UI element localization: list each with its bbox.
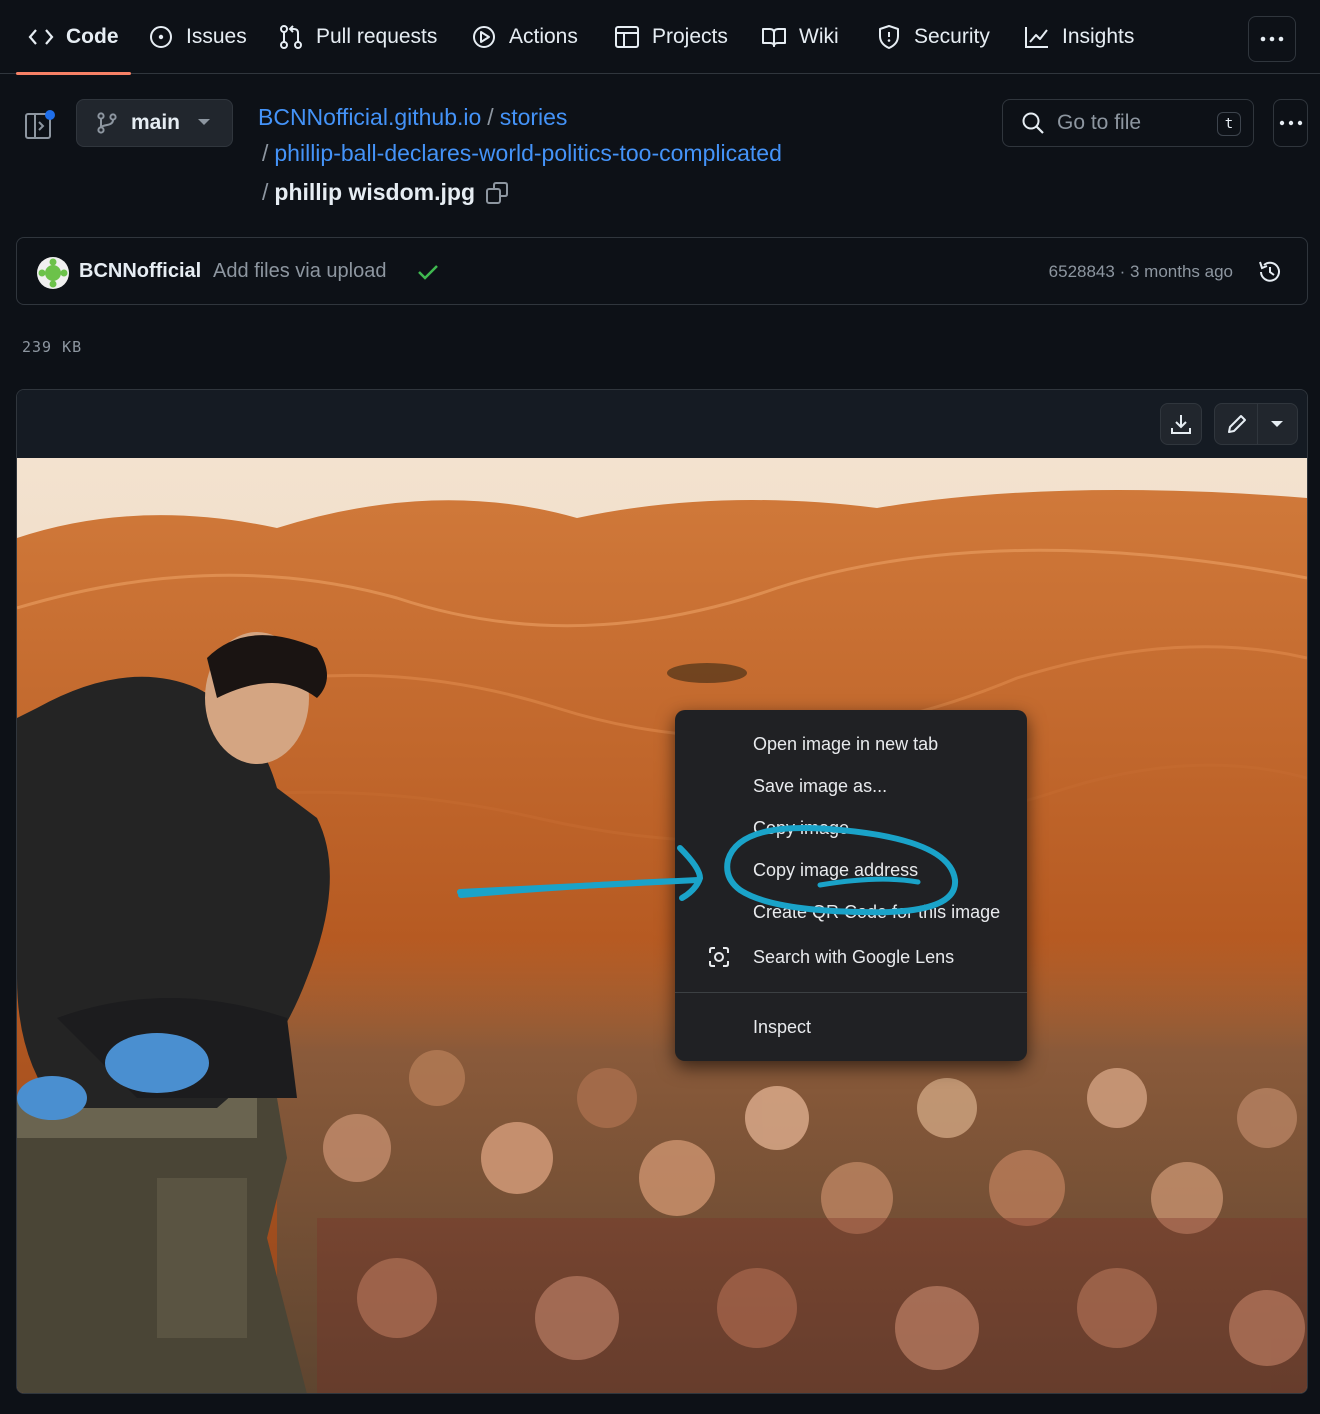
- file-more-options-button[interactable]: [1273, 99, 1308, 147]
- tab-projects[interactable]: Projects: [614, 0, 728, 74]
- tab-security[interactable]: Security: [876, 0, 990, 74]
- tab-pull-requests[interactable]: Pull requests: [278, 0, 437, 74]
- breadcrumb-line-3: / phillip wisdom.jpg: [262, 179, 509, 206]
- shield-icon: [876, 24, 902, 50]
- annotation-overlay: [458, 825, 959, 909]
- tab-actions[interactable]: Actions: [471, 0, 578, 74]
- tab-label: Code: [66, 25, 119, 48]
- breadcrumb-line-2: / phillip-ball-declares-world-politics-to…: [262, 140, 782, 167]
- breadcrumb-separator: /: [262, 140, 269, 166]
- file-name: phillip wisdom.jpg: [274, 179, 475, 205]
- menu-item-copy-image-address[interactable]: Copy image address: [753, 860, 918, 881]
- menu-item-copy-image[interactable]: Copy image: [753, 818, 849, 839]
- menu-item-create-qr-code[interactable]: Create QR Code for this image: [753, 902, 1000, 923]
- history-icon[interactable]: [1257, 259, 1283, 285]
- breadcrumb-folder-link[interactable]: stories: [500, 104, 568, 130]
- book-icon: [761, 24, 787, 50]
- branch-selector[interactable]: main: [76, 99, 233, 147]
- git-branch-icon: [95, 111, 119, 135]
- copy-path-icon[interactable]: [485, 181, 509, 205]
- menu-item-open-image-new-tab[interactable]: Open image in new tab: [753, 734, 938, 755]
- menu-item-inspect[interactable]: Inspect: [753, 1017, 811, 1038]
- commit-time: 3 months ago: [1129, 262, 1233, 281]
- breadcrumb-subfolder-link[interactable]: phillip-ball-declares-world-politics-too…: [274, 140, 781, 166]
- menu-item-search-google-lens[interactable]: Search with Google Lens: [753, 947, 954, 968]
- tab-insights[interactable]: Insights: [1024, 0, 1134, 74]
- kebab-icon: [1259, 35, 1285, 43]
- commit-author[interactable]: BCNNofficial: [79, 260, 201, 283]
- keyboard-shortcut-badge: t: [1217, 112, 1241, 136]
- more-options-button[interactable]: [1248, 16, 1296, 62]
- code-icon: [28, 24, 54, 50]
- tab-label: Security: [914, 25, 990, 48]
- kebab-icon: [1279, 120, 1303, 126]
- sidebar-expand-icon: [24, 108, 58, 142]
- tab-code[interactable]: Code: [16, 0, 130, 75]
- check-icon: [417, 262, 439, 282]
- tab-label: Projects: [652, 25, 728, 48]
- go-to-file-input[interactable]: Go to file t: [1002, 99, 1254, 147]
- play-icon: [471, 24, 497, 50]
- breadcrumb-separator: /: [487, 104, 494, 130]
- breadcrumb-repo-link[interactable]: BCNNofficial.github.io: [258, 104, 481, 130]
- tab-wiki[interactable]: Wiki: [761, 0, 839, 74]
- meta-dot: ·: [1119, 262, 1126, 281]
- lens-icon: [708, 946, 730, 968]
- commit-message[interactable]: Add files via upload: [213, 260, 386, 283]
- file-viewer: [16, 389, 1308, 1394]
- branch-name: main: [131, 111, 181, 134]
- tab-label: Wiki: [799, 25, 839, 48]
- pull-request-icon: [278, 24, 304, 50]
- table-icon: [614, 24, 640, 50]
- tab-label: Pull requests: [316, 25, 438, 48]
- file-size: 239 KB: [22, 338, 83, 356]
- caret-down-icon: [198, 119, 211, 127]
- tab-label: Actions: [509, 25, 578, 48]
- tab-issues[interactable]: Issues: [148, 0, 247, 74]
- menu-divider: [675, 992, 1027, 993]
- search-placeholder: Go to file: [1057, 111, 1142, 134]
- breadcrumb-separator: /: [262, 179, 269, 205]
- commit-meta: 6528843 · 3 months ago: [1049, 262, 1233, 282]
- latest-commit-bar: BCNNofficial Add files via upload 652884…: [16, 237, 1308, 305]
- menu-item-save-image-as[interactable]: Save image as...: [753, 776, 887, 797]
- commit-sha[interactable]: 6528843: [1049, 262, 1115, 281]
- sidebar-toggle-button[interactable]: [24, 108, 58, 142]
- tab-label: Issues: [186, 25, 247, 48]
- avatar[interactable]: [37, 257, 69, 289]
- repo-nav: Code Issues Pull requests Actions Projec…: [0, 0, 1320, 75]
- context-menu: Open image in new tab Save image as... C…: [675, 710, 1027, 1061]
- breadcrumb: BCNNofficial.github.io / stories: [258, 104, 567, 131]
- issue-icon: [148, 24, 174, 50]
- graph-icon: [1024, 24, 1050, 50]
- search-icon: [1021, 111, 1045, 135]
- tab-label: Insights: [1062, 25, 1135, 48]
